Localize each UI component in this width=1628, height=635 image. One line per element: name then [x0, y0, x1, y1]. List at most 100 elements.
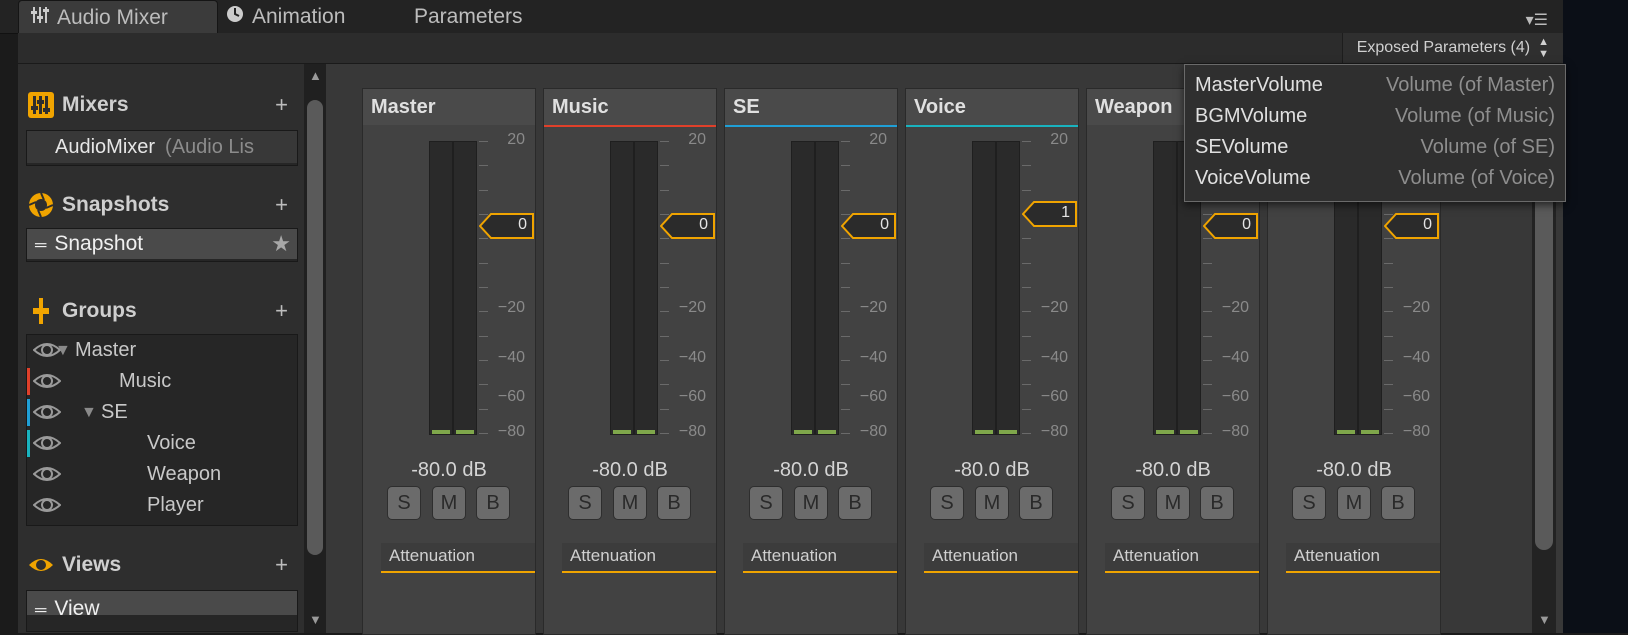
bypass-button[interactable]: B [838, 486, 872, 520]
exposed-parameter-item[interactable]: MasterVolume Volume (of Master) [1195, 74, 1555, 105]
group-row[interactable]: Weapon [27, 459, 297, 490]
add-snapshot-button[interactable]: + [275, 192, 288, 218]
level-meter-left [1153, 141, 1177, 435]
solo-button[interactable]: S [1292, 486, 1326, 520]
exposed-parameter-item[interactable]: SEVolume Volume (of SE) [1195, 136, 1555, 167]
effect-slot-attenuation[interactable]: Attenuation [562, 543, 716, 573]
scroll-down-icon[interactable]: ▼ [1538, 612, 1551, 627]
solo-button[interactable]: S [387, 486, 421, 520]
meter-tick [1203, 384, 1212, 385]
visibility-eye-icon[interactable] [32, 432, 62, 454]
exposed-parameters-label: Exposed Parameters (4) [1356, 39, 1531, 56]
snapshot-item[interactable]: ═ Snapshot ★ [27, 229, 297, 259]
bypass-button[interactable]: B [1019, 486, 1053, 520]
strip-name[interactable]: Voice [906, 89, 1078, 125]
add-view-button[interactable]: + [275, 552, 288, 578]
level-meter-right [996, 141, 1020, 435]
meter-tick [1022, 409, 1031, 410]
mute-button[interactable]: M [432, 486, 466, 520]
visibility-eye-icon[interactable] [32, 370, 62, 392]
strip-name[interactable]: Master [363, 89, 535, 125]
drag-handle-icon[interactable]: ═ [35, 602, 46, 619]
tab-audio-mixer[interactable]: Audio Mixer [18, 0, 218, 34]
group-row[interactable]: Voice [27, 428, 297, 459]
expand-triangle-icon[interactable]: ▼ [81, 397, 97, 428]
mute-button[interactable]: M [1156, 486, 1190, 520]
drag-handle-icon[interactable]: ═ [35, 237, 46, 254]
meter-scale-label: −20 [1402, 299, 1430, 316]
volume-fader-handle[interactable]: 0 [841, 213, 897, 239]
strip-name[interactable]: SE [725, 89, 897, 125]
level-meter-right [815, 141, 839, 435]
bypass-button[interactable]: B [1381, 486, 1415, 520]
volume-fader-handle[interactable]: 0 [1384, 213, 1440, 239]
meter-tick [660, 384, 669, 385]
volume-fader-handle[interactable]: 0 [1203, 213, 1259, 239]
group-name: Weapon [147, 463, 222, 485]
effect-slot-attenuation[interactable]: Attenuation [924, 543, 1078, 573]
effect-slot-attenuation[interactable]: Attenuation [1286, 543, 1440, 573]
db-readout: -80.0 dB [592, 459, 668, 481]
meter-tick [841, 190, 850, 191]
visibility-eye-icon[interactable] [32, 494, 62, 516]
add-mixer-button[interactable]: + [275, 92, 288, 118]
db-readout: -80.0 dB [954, 459, 1030, 481]
solo-button[interactable]: S [568, 486, 602, 520]
bypass-button[interactable]: B [476, 486, 510, 520]
meter-scale-label: −60 [1402, 388, 1430, 405]
add-group-button[interactable]: + [275, 298, 288, 324]
meter-scale-label: −20 [1040, 299, 1068, 316]
solo-button[interactable]: S [1111, 486, 1145, 520]
volume-fader-handle[interactable]: 1 [1022, 201, 1078, 227]
mixer-strip: Master 20 −20 −40 −60 −80 0 -80.0 dB S M B Attenu… [362, 88, 536, 635]
meter-tick [1022, 287, 1031, 288]
volume-fader-handle[interactable]: 0 [479, 213, 535, 239]
tab-menu-icon[interactable]: ▾☰ [1526, 10, 1548, 30]
star-icon[interactable]: ★ [271, 229, 291, 259]
solo-button[interactable]: S [749, 486, 783, 520]
exposed-parameter-item[interactable]: BGMVolume Volume (of Music) [1195, 105, 1555, 136]
meter-scale-label: 20 [507, 131, 525, 148]
meter-tick [660, 190, 669, 191]
meter-tick [841, 263, 850, 264]
bypass-button[interactable]: B [1200, 486, 1234, 520]
meter-scale-label: −40 [1040, 349, 1068, 366]
tab-parameters[interactable]: Parameters [414, 0, 523, 33]
solo-button[interactable]: S [930, 486, 964, 520]
volume-fader-handle[interactable]: 0 [660, 213, 716, 239]
effect-slot-attenuation[interactable]: Attenuation [1105, 543, 1259, 573]
mixer-item[interactable]: AudioMixer (Audio Lis [27, 131, 297, 163]
tab-animation[interactable]: Animation [226, 0, 345, 33]
expand-triangle-icon[interactable]: ▼ [55, 335, 71, 366]
scroll-down-icon[interactable]: ▼ [309, 612, 322, 627]
visibility-eye-icon[interactable] [32, 401, 62, 423]
meter-level-bar [613, 430, 631, 434]
view-item[interactable]: ═ View [27, 591, 297, 620]
effect-slot-attenuation[interactable]: Attenuation [743, 543, 897, 573]
meter-scale-label: −60 [1040, 388, 1068, 405]
group-row[interactable]: Player [27, 490, 297, 521]
group-row[interactable]: Music [27, 366, 297, 397]
mute-button[interactable]: M [975, 486, 1009, 520]
background-window-edge [1563, 0, 1628, 633]
scroll-up-icon[interactable]: ▲ [309, 68, 322, 83]
groups-section-header: Groups + [28, 296, 294, 326]
group-name: Music [119, 370, 172, 392]
meter-tick [1384, 287, 1393, 288]
mute-button[interactable]: M [794, 486, 828, 520]
sidebar-scroll-thumb[interactable] [307, 100, 323, 555]
exposed-parameters-button[interactable]: Exposed Parameters (4) ▲ ▼ [1341, 33, 1563, 63]
group-row[interactable]: ▼ Master [27, 335, 297, 366]
strip-name[interactable]: Music [544, 89, 716, 125]
mute-button[interactable]: M [1337, 486, 1371, 520]
effect-slot-attenuation[interactable]: Attenuation [381, 543, 535, 573]
bypass-button[interactable]: B [657, 486, 691, 520]
visibility-eye-icon[interactable] [32, 463, 62, 485]
level-meter-left [972, 141, 996, 435]
exposed-parameter-item[interactable]: VoiceVolume Volume (of Voice) [1195, 167, 1555, 198]
meter-tick [841, 336, 850, 337]
group-name: Player [147, 494, 204, 516]
group-row[interactable]: ▼ SE [27, 397, 297, 428]
meter-scale-label: −20 [859, 299, 887, 316]
mute-button[interactable]: M [613, 486, 647, 520]
